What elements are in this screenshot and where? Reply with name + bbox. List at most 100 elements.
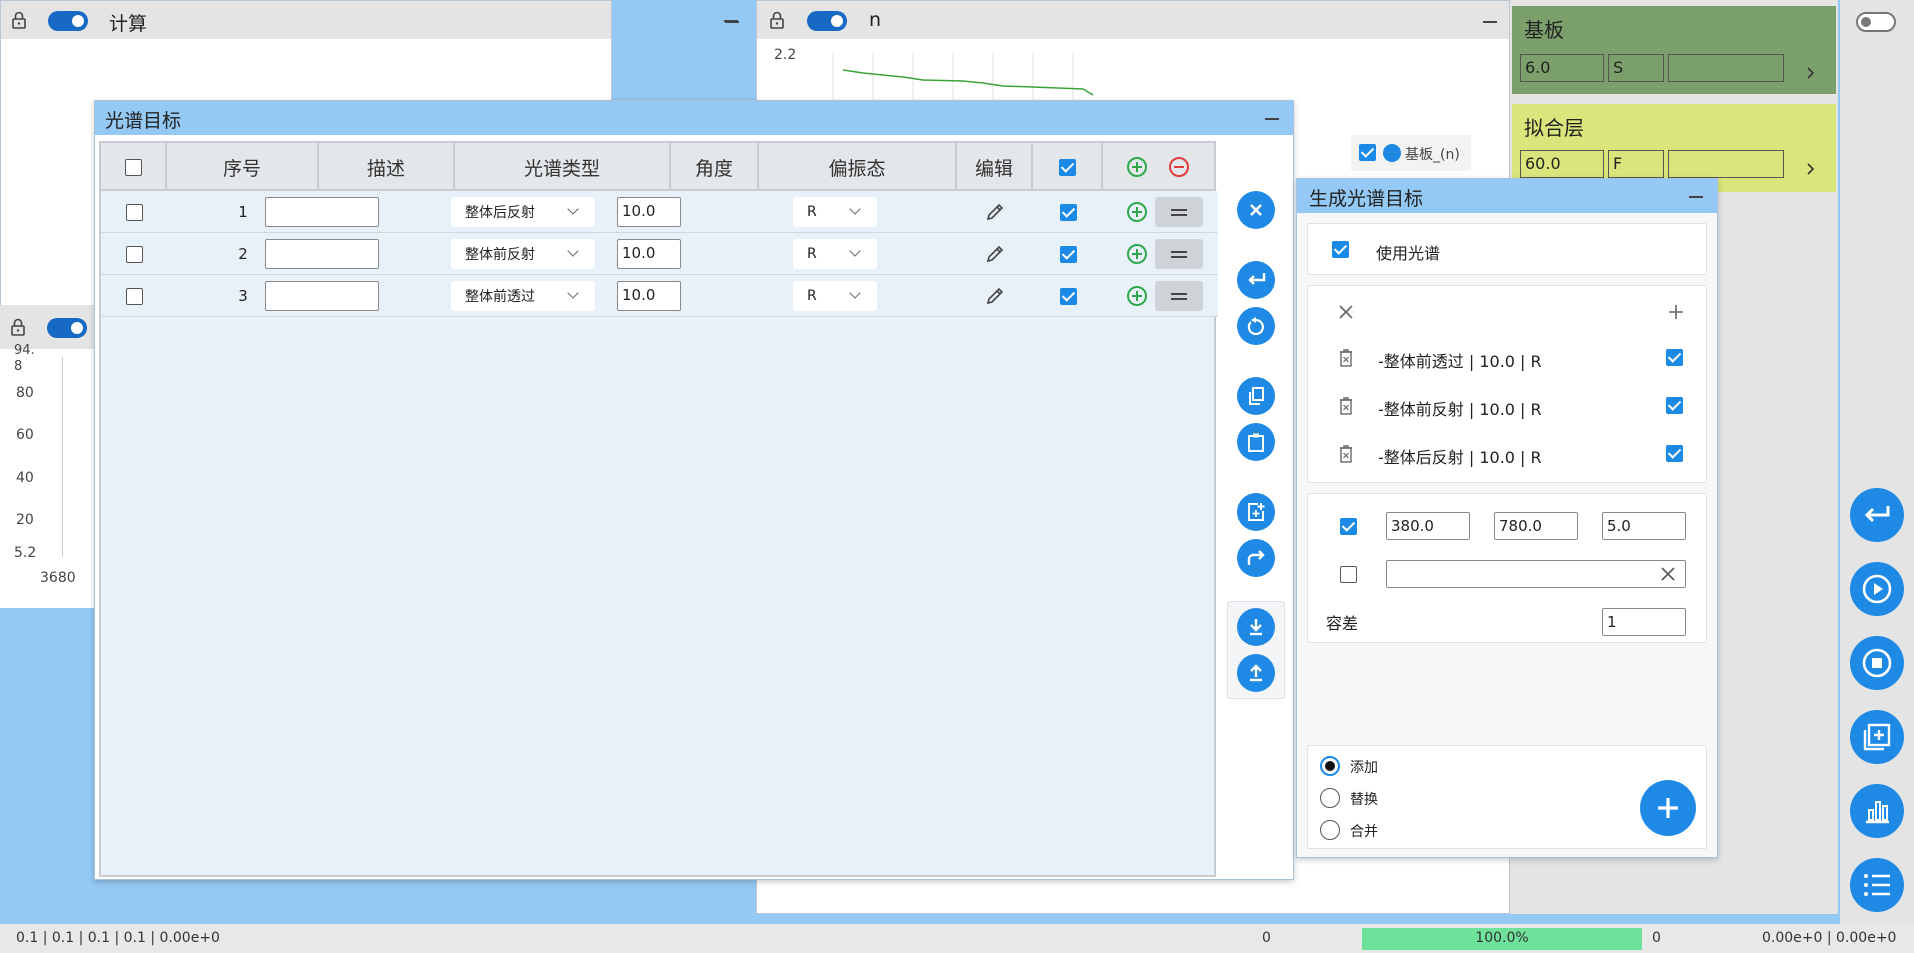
fit-layer-thickness-input[interactable]: 60.0 [1520, 150, 1604, 178]
bar-chart-icon [1866, 801, 1889, 824]
add-row-icon[interactable] [1127, 157, 1147, 177]
drag-handle[interactable] [1155, 281, 1203, 311]
row-checkbox[interactable] [125, 287, 143, 305]
list-button[interactable] [1850, 858, 1904, 912]
enable-all-checkbox[interactable] [1058, 158, 1076, 176]
row-desc-input[interactable] [265, 239, 379, 269]
copy-button[interactable] [1237, 377, 1275, 415]
n-chart-plot [832, 53, 1094, 103]
ytick: 80 [16, 385, 34, 401]
drag-handle[interactable] [1155, 239, 1203, 269]
n-panel-title: n [869, 9, 882, 31]
chevron-right-icon[interactable] [1806, 162, 1816, 176]
substrate-thickness-input[interactable]: 6.0 [1520, 54, 1604, 82]
bottom-left-toggle[interactable] [47, 318, 87, 338]
list-item-checkbox[interactable] [1666, 397, 1683, 414]
tolerance-label: 容差 [1326, 614, 1359, 633]
row-pol-select[interactable]: R [793, 239, 877, 269]
lock-icon[interactable] [11, 11, 27, 29]
row-enabled-checkbox[interactable] [1059, 287, 1077, 305]
insert-row-icon[interactable] [1127, 244, 1147, 264]
use-spectrum-label: 使用光谱 [1376, 244, 1441, 263]
calc-toggle[interactable] [48, 11, 88, 31]
trash-icon[interactable] [1338, 444, 1354, 464]
n-toggle[interactable] [807, 11, 847, 31]
pencil-icon[interactable] [985, 244, 1005, 264]
fit-layer-extra-input[interactable] [1668, 150, 1784, 178]
trash-icon[interactable] [1338, 348, 1354, 368]
export-button[interactable] [1237, 654, 1275, 692]
generate-button[interactable] [1640, 780, 1696, 836]
add-layer-button[interactable] [1850, 710, 1904, 764]
row-desc-input[interactable] [265, 281, 379, 311]
minimize-icon[interactable] [1689, 196, 1703, 198]
list-item-checkbox[interactable] [1666, 349, 1683, 366]
row-pol-select[interactable]: R [793, 197, 877, 227]
mode-add-radio[interactable] [1320, 756, 1340, 776]
close-icon[interactable] [1338, 304, 1354, 320]
list-item: -整体前透过 | 10.0 | R [1308, 338, 1708, 378]
insert-row-icon[interactable] [1127, 202, 1147, 222]
status-left: 0.1 | 0.1 | 0.1 | 0.1 | 0.00e+0 [16, 930, 220, 946]
row-checkbox[interactable] [125, 203, 143, 221]
import-button[interactable] [1237, 608, 1275, 646]
substrate-extra-input[interactable] [1668, 54, 1784, 82]
fit-layer-code-input[interactable]: F [1608, 150, 1664, 178]
substrate-card[interactable]: 基板 6.0 S [1512, 6, 1836, 94]
range-start-input[interactable]: 380.0 [1386, 512, 1470, 540]
clear-icon[interactable] [1660, 566, 1676, 582]
plus-icon[interactable] [1668, 304, 1684, 320]
range-end-input[interactable]: 780.0 [1494, 512, 1578, 540]
custom-input[interactable] [1386, 560, 1686, 588]
close-button[interactable] [1237, 191, 1275, 229]
range-step-input[interactable]: 5.0 [1602, 512, 1686, 540]
select-all-checkbox[interactable] [124, 158, 142, 176]
header-pol: 偏振态 [759, 143, 957, 191]
custom-checkbox[interactable] [1340, 566, 1357, 583]
paste-button[interactable] [1237, 423, 1275, 461]
row-angle-input[interactable]: 10.0 [617, 239, 681, 269]
row-angle-input[interactable]: 10.0 [617, 281, 681, 311]
row-enabled-checkbox[interactable] [1059, 203, 1077, 221]
row-type-select[interactable]: 整体前透过 [451, 281, 595, 311]
substrate-title: 基板 [1524, 18, 1564, 42]
forward-button[interactable] [1237, 539, 1275, 577]
range-checkbox[interactable] [1340, 518, 1357, 535]
drag-handle[interactable] [1155, 197, 1203, 227]
row-type-select[interactable]: 整体前反射 [451, 239, 595, 269]
insert-row-icon[interactable] [1127, 286, 1147, 306]
chevron-right-icon[interactable] [1806, 66, 1816, 80]
chart-button[interactable] [1850, 784, 1904, 838]
pencil-icon[interactable] [985, 286, 1005, 306]
copy-icon [1249, 387, 1264, 405]
global-toggle[interactable] [1856, 12, 1896, 32]
apply-button[interactable] [1237, 261, 1275, 299]
substrate-code-input[interactable]: S [1608, 54, 1664, 82]
legend-checkbox[interactable] [1359, 144, 1376, 161]
mode-replace-radio[interactable] [1320, 788, 1340, 808]
enter-button[interactable] [1850, 488, 1904, 542]
minimize-icon[interactable] [1483, 21, 1497, 23]
calc-minimize-icon[interactable] [724, 20, 738, 22]
trash-icon[interactable] [1338, 396, 1354, 416]
tolerance-input[interactable]: 1 [1602, 608, 1686, 636]
use-spectrum-checkbox[interactable] [1332, 241, 1349, 258]
stop-button[interactable] [1850, 636, 1904, 690]
row-type-select[interactable]: 整体后反射 [451, 197, 595, 227]
lock-icon[interactable] [10, 318, 26, 336]
mode-merge-radio[interactable] [1320, 820, 1340, 840]
row-enabled-checkbox[interactable] [1059, 245, 1077, 263]
minimize-icon[interactable] [1265, 118, 1279, 120]
reset-button[interactable] [1237, 307, 1275, 345]
row-pol-select[interactable]: R [793, 281, 877, 311]
header-angle: 角度 [671, 143, 759, 191]
lock-icon[interactable] [769, 11, 785, 29]
remove-row-icon[interactable] [1169, 157, 1189, 177]
row-checkbox[interactable] [125, 245, 143, 263]
pencil-icon[interactable] [985, 202, 1005, 222]
row-angle-input[interactable]: 10.0 [617, 197, 681, 227]
row-desc-input[interactable] [265, 197, 379, 227]
new-button[interactable] [1237, 493, 1275, 531]
list-item-checkbox[interactable] [1666, 445, 1683, 462]
run-button[interactable] [1850, 562, 1904, 616]
